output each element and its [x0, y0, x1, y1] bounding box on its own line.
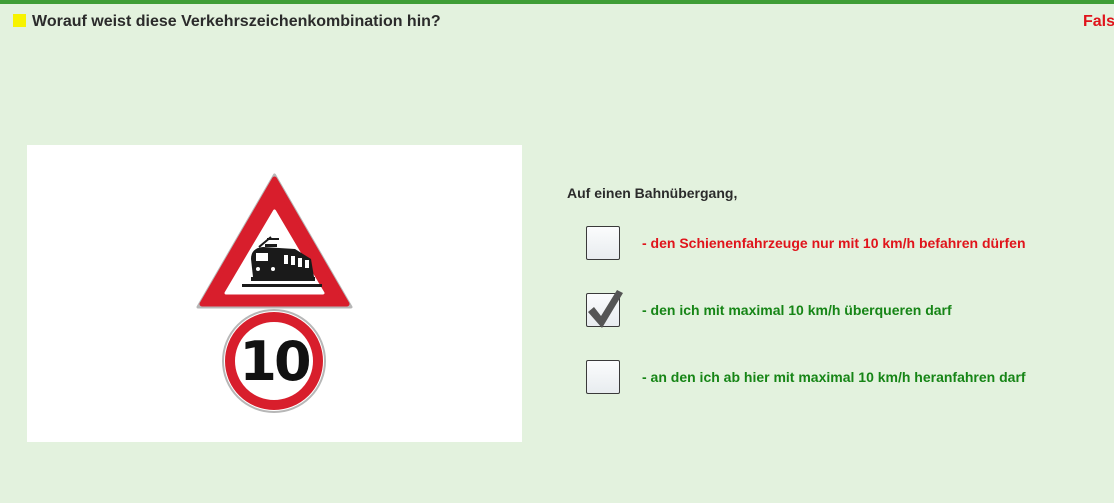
question-title: Worauf weist diese Verkehrszeichenkombin…	[32, 13, 441, 30]
answer-option-1[interactable]: - den Schienenfahrzeuge nur mit 10 km/h …	[586, 226, 1086, 262]
speed-limit-sign: 10	[222, 309, 326, 413]
answer-intro: Auf einen Bahnübergang,	[567, 185, 738, 201]
question-marker	[13, 14, 26, 27]
result-label: Fals	[1083, 13, 1114, 30]
speed-limit-value: 10	[239, 330, 309, 393]
railway-crossing-sign	[196, 173, 353, 309]
answer-label-1: - den Schienenfahrzeuge nur mit 10 km/h …	[642, 235, 1026, 251]
traffic-sign-image: 10	[27, 145, 522, 442]
top-bar	[0, 0, 1114, 4]
answer-checkbox-3[interactable]	[586, 360, 620, 394]
checkmark-icon	[588, 290, 623, 328]
answer-option-2[interactable]: - den ich mit maximal 10 km/h überqueren…	[586, 290, 1086, 329]
answer-label-3: - an den ich ab hier mit maximal 10 km/h…	[642, 369, 1026, 385]
answer-option-3[interactable]: - an den ich ab hier mit maximal 10 km/h…	[586, 360, 1086, 396]
answer-label-2: - den ich mit maximal 10 km/h überqueren…	[642, 302, 952, 318]
answer-checkbox-1[interactable]	[586, 226, 620, 260]
